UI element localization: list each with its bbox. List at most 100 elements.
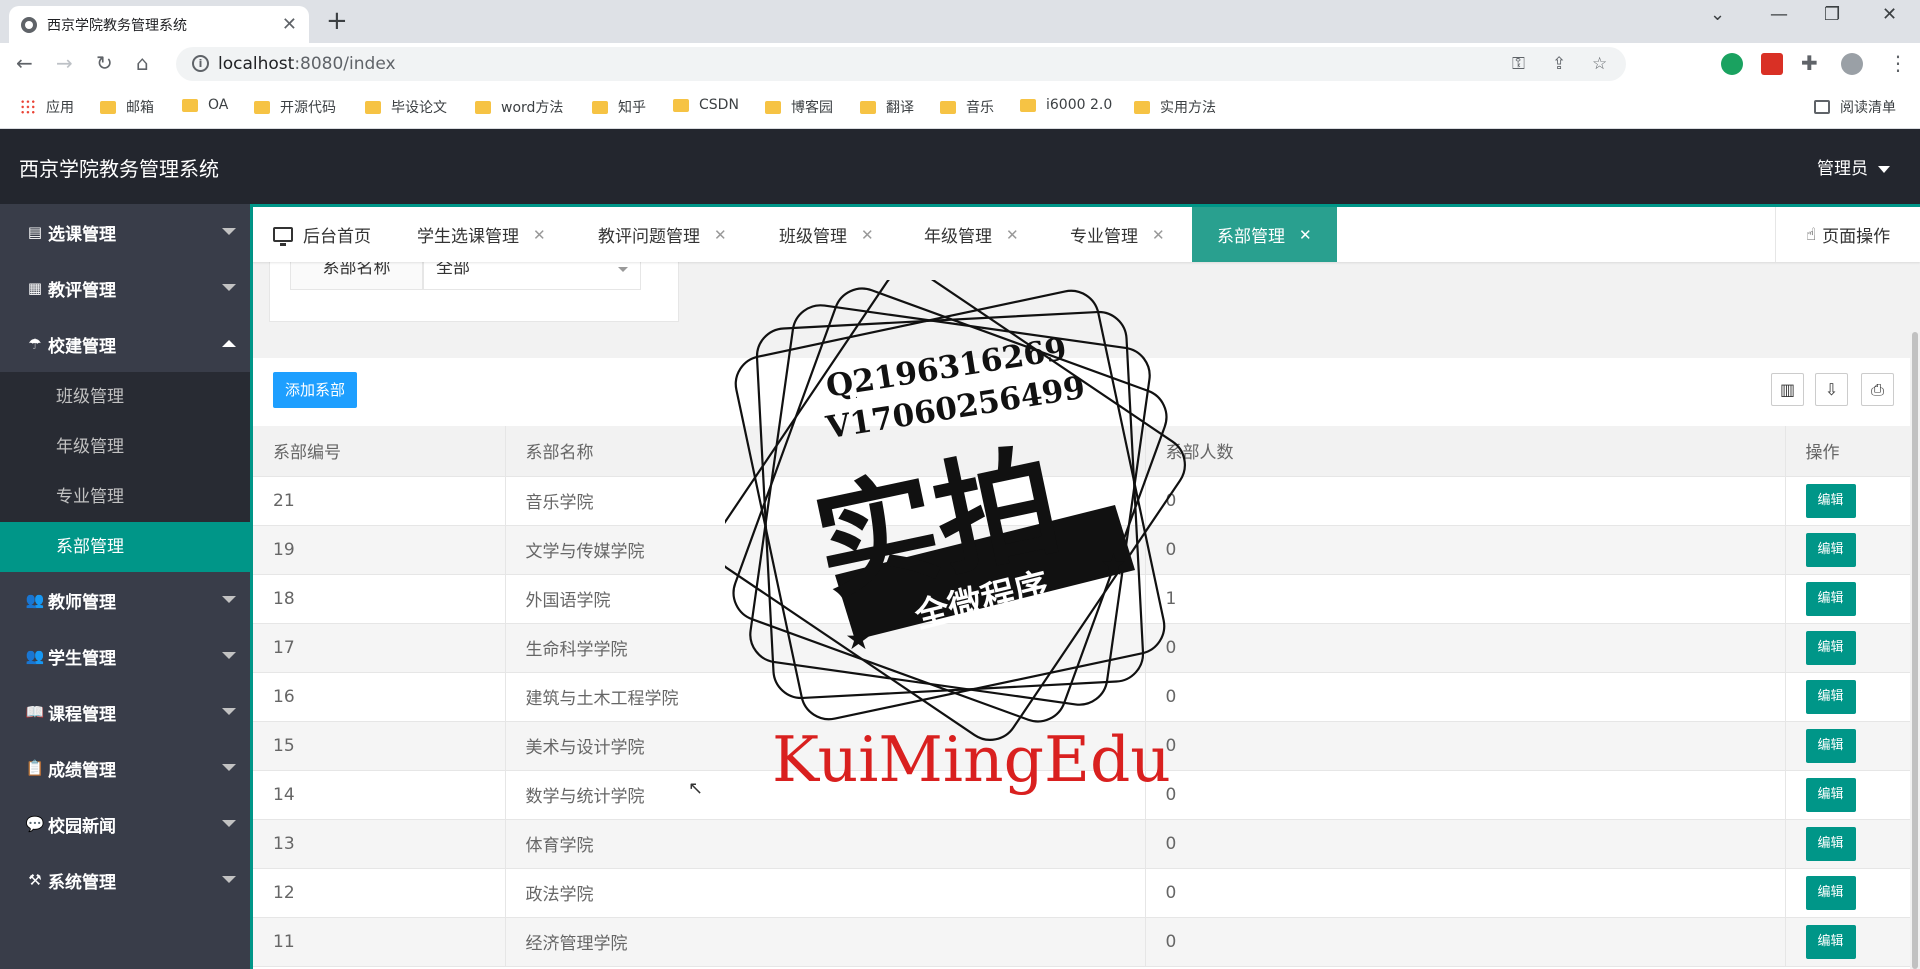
browser-tab[interactable]: 西京学院教务管理系统 ✕ xyxy=(9,6,309,43)
edit-button[interactable]: 编辑 xyxy=(1805,826,1856,861)
close-icon[interactable]: ✕ xyxy=(861,226,874,244)
chevron-down-icon xyxy=(1878,165,1890,173)
tab-grade[interactable]: 年级管理 ✕ xyxy=(924,207,1019,262)
restore-icon[interactable]: ❐ xyxy=(1824,4,1840,25)
edit-button[interactable]: 编辑 xyxy=(1805,679,1856,714)
cell-id: 14 xyxy=(253,770,505,820)
department-table: 系部编号 系部名称 系部人数 操作 21 音乐学院 0 编辑 19 文学与传媒学… xyxy=(253,426,1920,967)
sidebar-subitem-grade[interactable]: 年级管理 xyxy=(0,422,250,472)
tab-student-selection[interactable]: 学生选课管理 ✕ xyxy=(417,207,546,262)
column-header-id[interactable]: 系部编号 xyxy=(253,426,505,477)
edit-button[interactable]: 编辑 xyxy=(1805,875,1856,910)
fe-extension-icon[interactable] xyxy=(1761,53,1783,75)
folder-icon xyxy=(592,100,608,114)
bookmark-folder[interactable]: 邮箱 xyxy=(100,97,154,117)
page-operations-button[interactable]: ☝ 页面操作 xyxy=(1775,207,1920,262)
bookmark-folder[interactable]: word方法 xyxy=(475,97,563,117)
cell-actions: 编辑 xyxy=(1784,623,1920,673)
address-bar[interactable]: i localhost:8080/index ☆ ⇪ ⚿ xyxy=(176,47,1626,81)
shield-extension-icon[interactable] xyxy=(1721,53,1743,75)
edit-button[interactable]: 编辑 xyxy=(1805,728,1856,763)
tab-class[interactable]: 班级管理 ✕ xyxy=(779,207,874,262)
print-icon[interactable]: ⎙ xyxy=(1861,373,1894,406)
new-tab-icon[interactable]: + xyxy=(326,8,348,34)
sidebar-item-courses[interactable]: 📖 课程管理 xyxy=(0,684,250,740)
back-icon[interactable]: ← xyxy=(16,51,33,75)
cell-actions: 编辑 xyxy=(1784,868,1920,918)
close-window-icon[interactable]: ✕ xyxy=(1882,4,1897,25)
menu-dots-icon[interactable]: ⋮ xyxy=(1888,51,1908,75)
edit-button[interactable]: 编辑 xyxy=(1805,483,1856,518)
edit-button[interactable]: 编辑 xyxy=(1805,777,1856,812)
reading-list[interactable]: 阅读清单 xyxy=(1814,97,1896,117)
close-tab-icon[interactable]: ✕ xyxy=(282,14,297,35)
tab-evaluation-questions[interactable]: 教评问题管理 ✕ xyxy=(598,207,727,262)
monitor-icon xyxy=(273,227,293,246)
bookmark-folder[interactable]: 毕设论文 xyxy=(365,97,447,117)
bookmark-folder[interactable]: 实用方法 xyxy=(1134,97,1216,117)
bookmark-folder[interactable]: 知乎 xyxy=(592,97,646,117)
tab-major[interactable]: 专业管理 ✕ xyxy=(1070,207,1165,262)
sidebar-item-grades[interactable]: 📋 成绩管理 xyxy=(0,740,250,796)
bookmark-star-icon[interactable]: ☆ xyxy=(1592,54,1607,74)
sidebar: ▤ 选课管理 ▦ 教评管理 ☂ 校建管理 班级管理 年级管理 专业管理 系部管理 👥 教… xyxy=(0,204,250,969)
columns-filter-icon[interactable]: ▥ xyxy=(1771,373,1804,406)
folder-icon xyxy=(673,98,689,112)
edit-button[interactable]: 编辑 xyxy=(1805,532,1856,567)
sidebar-subitem-department[interactable]: 系部管理 xyxy=(0,522,250,572)
close-icon[interactable]: ✕ xyxy=(714,226,727,244)
sidebar-item-campus-build[interactable]: ☂ 校建管理 xyxy=(0,316,250,372)
edit-button[interactable]: 编辑 xyxy=(1805,630,1856,665)
sidebar-subitem-major[interactable]: 专业管理 xyxy=(0,472,250,522)
column-header-actions: 操作 xyxy=(1784,426,1920,477)
edit-button[interactable]: 编辑 xyxy=(1805,581,1856,616)
close-icon[interactable]: ✕ xyxy=(533,226,546,244)
close-icon[interactable]: ✕ xyxy=(1152,226,1165,244)
bookmark-apps[interactable]: 应用 xyxy=(20,97,74,117)
sidebar-item-news[interactable]: 💬 校园新闻 xyxy=(0,796,250,852)
chevron-down-icon xyxy=(222,876,236,883)
export-icon[interactable]: ⇩ xyxy=(1815,373,1848,406)
bookmark-folder[interactable]: i6000 2.0 xyxy=(1020,97,1112,113)
bookmark-folder[interactable]: 音乐 xyxy=(940,97,994,117)
sidebar-item-course-selection[interactable]: ▤ 选课管理 xyxy=(0,204,250,260)
table-row: 17 生命科学学院 0 编辑 xyxy=(253,623,1920,673)
page-scrollbar[interactable] xyxy=(1910,332,1920,969)
cell-count: 0 xyxy=(1144,917,1785,967)
department-select[interactable]: 全部 xyxy=(423,262,641,290)
scrollbar-thumb[interactable] xyxy=(1912,332,1918,969)
chevron-down-icon xyxy=(222,820,236,827)
share-icon[interactable]: ⇪ xyxy=(1552,54,1566,74)
bookmark-folder[interactable]: 开源代码 xyxy=(254,97,336,117)
minimize-icon[interactable]: — xyxy=(1770,4,1788,25)
tab-home[interactable]: 后台首页 xyxy=(273,207,371,262)
info-icon[interactable]: i xyxy=(192,55,209,72)
bookmark-folder[interactable]: OA xyxy=(182,97,228,113)
tools-icon: ⚒ xyxy=(28,871,42,889)
extensions-puzzle-icon[interactable]: ✚ xyxy=(1801,51,1818,75)
home-icon[interactable]: ⌂ xyxy=(136,51,149,75)
close-icon[interactable]: ✕ xyxy=(1006,226,1019,244)
reload-icon[interactable]: ↻ xyxy=(96,51,113,75)
tab-search-icon[interactable]: ⌄ xyxy=(1710,4,1725,25)
add-department-button[interactable]: 添加系部 xyxy=(273,372,358,408)
forward-icon[interactable]: → xyxy=(56,51,73,75)
sidebar-item-evaluation[interactable]: ▦ 教评管理 xyxy=(0,260,250,316)
sidebar-item-students[interactable]: 👥 学生管理 xyxy=(0,628,250,684)
bookmark-folder[interactable]: 博客园 xyxy=(765,97,833,117)
apps-grid-icon xyxy=(20,99,36,115)
column-header-count[interactable]: 系部人数 xyxy=(1144,426,1785,477)
profile-avatar-icon[interactable] xyxy=(1841,53,1863,75)
tab-department[interactable]: 系部管理 ✕ xyxy=(1192,207,1337,262)
app-logo[interactable]: 西京学院教务管理系统 xyxy=(19,153,219,182)
edit-button[interactable]: 编辑 xyxy=(1805,924,1856,959)
sidebar-item-teachers[interactable]: 👥 教师管理 xyxy=(0,572,250,628)
bookmark-folder[interactable]: CSDN xyxy=(673,97,739,113)
bookmark-folder[interactable]: 翻译 xyxy=(860,97,914,117)
close-icon[interactable]: ✕ xyxy=(1299,226,1312,244)
sidebar-subitem-class[interactable]: 班级管理 xyxy=(0,372,250,422)
column-header-name[interactable]: 系部名称 xyxy=(504,426,1145,477)
key-icon[interactable]: ⚿ xyxy=(1512,54,1525,74)
user-menu[interactable]: 管理员 xyxy=(1817,154,1890,179)
sidebar-item-system[interactable]: ⚒ 系统管理 xyxy=(0,852,250,908)
